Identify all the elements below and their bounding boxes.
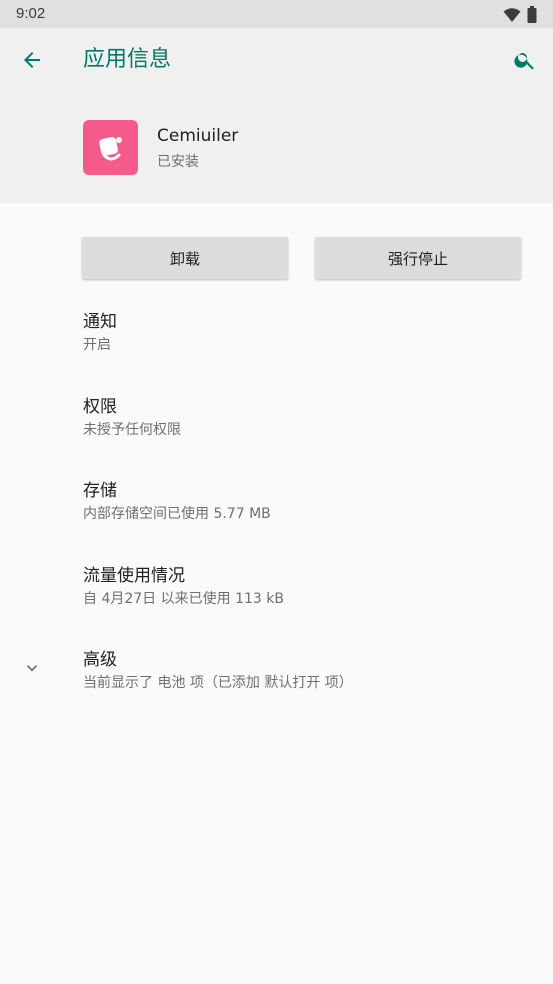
- pref-permissions[interactable]: 权限 未授予任何权限: [83, 395, 181, 441]
- app-install-status: 已安装: [157, 154, 199, 170]
- pref-title: 通知: [83, 312, 117, 332]
- status-bar: 9:02: [0, 0, 553, 28]
- pref-title: 高级: [83, 650, 117, 670]
- pref-title: 权限: [83, 397, 117, 417]
- pref-summary: 未授予任何权限: [83, 422, 181, 438]
- app-bar: 应用信息: [0, 28, 553, 92]
- chevron-down-icon: [27, 665, 37, 672]
- pref-storage[interactable]: 存储 内部存储空间已使用 5.77 MB: [83, 479, 271, 525]
- force-stop-button[interactable]: 强行停止: [315, 237, 521, 279]
- pref-notifications[interactable]: 通知 开启: [83, 310, 117, 356]
- back-button[interactable]: [12, 40, 52, 80]
- page-title: 应用信息: [83, 47, 172, 72]
- app-logo-icon: [98, 136, 122, 160]
- pref-title: 流量使用情况: [83, 566, 185, 586]
- search-button[interactable]: [505, 40, 545, 80]
- status-time: 9:02: [16, 5, 46, 22]
- pref-data-usage[interactable]: 流量使用情况 自 4月27日 以来已使用 113 kB: [83, 564, 284, 610]
- app-header: Cemiuiler 已安装: [0, 92, 553, 203]
- pref-summary: 内部存储空间已使用 5.77 MB: [83, 506, 271, 522]
- uninstall-button[interactable]: 卸载: [82, 237, 288, 279]
- app-name: Cemiuiler: [157, 126, 239, 146]
- expand-advanced-button[interactable]: [20, 656, 44, 680]
- pref-summary: 开启: [83, 337, 111, 353]
- pref-title: 存储: [83, 481, 117, 501]
- pref-summary: 当前显示了 电池 项（已添加 默认打开 项）: [83, 675, 353, 691]
- pref-summary: 自 4月27日 以来已使用 113 kB: [83, 591, 284, 607]
- app-icon: [83, 120, 138, 175]
- battery-icon: [527, 6, 537, 23]
- arrow-back-icon: [24, 52, 40, 68]
- status-icons: [503, 6, 537, 23]
- wifi-icon: [503, 7, 521, 22]
- search-icon: [514, 53, 534, 70]
- pref-advanced[interactable]: 高级 当前显示了 电池 项（已添加 默认打开 项）: [83, 648, 353, 694]
